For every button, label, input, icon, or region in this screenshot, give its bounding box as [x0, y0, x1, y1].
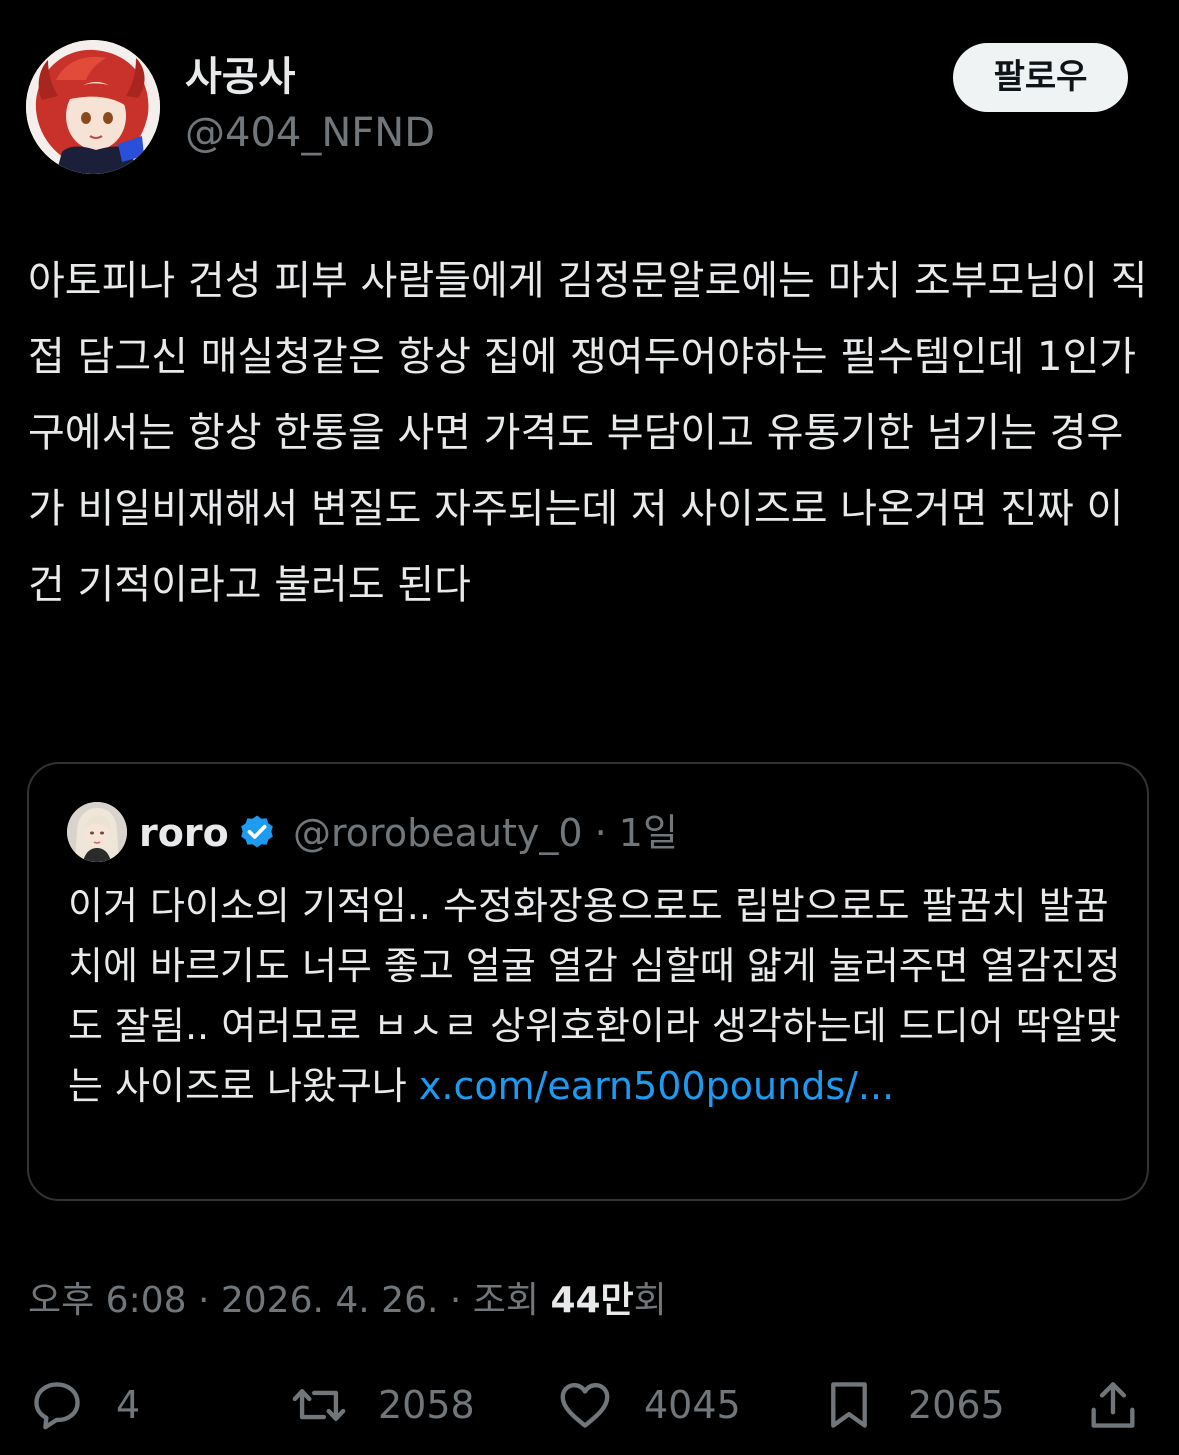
blonde-portrait-avatar — [67, 802, 127, 862]
author-avatar[interactable] — [26, 40, 160, 174]
red-haired-anime-avatar — [26, 40, 160, 174]
bookmark-icon — [831, 1382, 867, 1428]
tweet-text: 아토피나 건성 피부 사람들에게 김정문알로에는 마치 조부모님이 직접 담그신… — [28, 258, 1148, 608]
post-meta-row: 오후 6:08 · 2026. 4. 26. · 조회 44만회 — [28, 1276, 667, 1326]
share-icon — [1091, 1382, 1135, 1428]
retweet-button[interactable]: 2058 — [290, 1370, 475, 1440]
views-label: 조회 — [472, 1280, 551, 1321]
quoted-tweet-card[interactable]: roro @rorobeauty_0 · 1일 이거 다이소의 기적임.. 수정… — [27, 762, 1149, 1201]
author-handle[interactable]: @404_NFND — [185, 108, 435, 158]
bookmark-button[interactable]: 2065 — [820, 1370, 1005, 1440]
heart-icon — [560, 1383, 610, 1428]
reply-count: 4 — [116, 1383, 141, 1427]
share-button[interactable] — [1084, 1370, 1142, 1440]
retweet-icon — [292, 1389, 346, 1421]
action-bar: 4 2058 4045 2065 — [0, 1370, 1179, 1440]
post-time[interactable]: 오후 6:08 — [28, 1280, 187, 1321]
like-count: 4045 — [644, 1383, 741, 1427]
views-count: 44만 — [550, 1280, 634, 1321]
verified-badge-icon — [241, 815, 273, 848]
author-display-name[interactable]: 사공사 — [185, 52, 295, 102]
meta-separator: · — [594, 811, 607, 855]
follow-button[interactable]: 팔로우 — [953, 43, 1128, 112]
reply-icon — [34, 1382, 80, 1430]
retweet-count: 2058 — [378, 1383, 475, 1427]
meta-separator: · — [438, 1280, 473, 1321]
quoted-tweet-text: 이거 다이소의 기적임.. 수정화장용으로도 립밤으로도 팔꿈치 발꿈치에 바르… — [68, 876, 1128, 1116]
meta-separator: · — [186, 1280, 221, 1321]
like-button[interactable]: 4045 — [556, 1370, 741, 1440]
quoted-author-meta: @rorobeauty_0 · 1일 — [293, 810, 678, 856]
post-date[interactable]: 2026. 4. 26. — [221, 1280, 439, 1321]
quoted-tweet-link[interactable]: x.com/earn500pounds/... — [419, 1064, 894, 1108]
bookmark-count: 2065 — [908, 1383, 1005, 1427]
quoted-author-name[interactable]: roro — [139, 810, 229, 856]
quoted-post-age: 1일 — [618, 811, 678, 855]
reply-button[interactable]: 4 — [28, 1370, 140, 1440]
quoted-author-handle[interactable]: @rorobeauty_0 — [293, 811, 583, 855]
quoted-author-avatar[interactable] — [67, 802, 127, 862]
views-unit: 회 — [633, 1280, 667, 1321]
